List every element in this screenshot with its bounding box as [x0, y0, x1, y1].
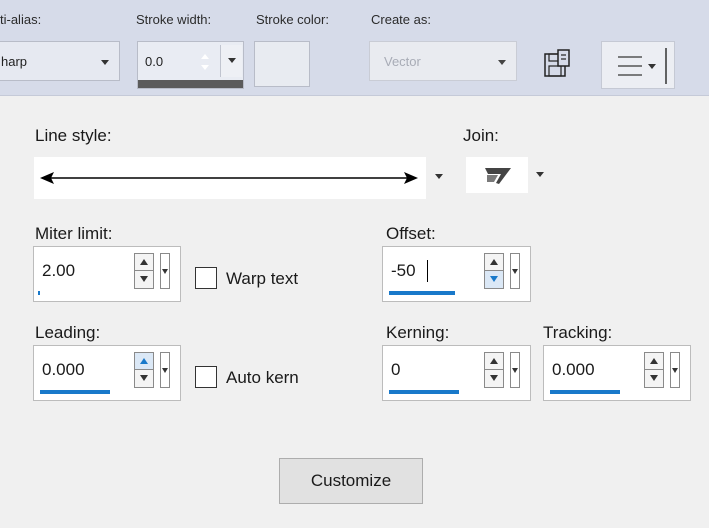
stroke-options-panel: Line style: Join: Miter limit: 2.00 Warp… — [0, 96, 709, 528]
leading-label: Leading: — [35, 323, 101, 342]
stroke-width-slider-bar[interactable] — [138, 80, 243, 88]
tracking-stepper[interactable]: 0.000 — [543, 345, 691, 401]
stroke-width-stepper[interactable]: 0.0 — [137, 41, 244, 89]
options-menu-button[interactable] — [601, 41, 675, 89]
leading-spin-arrows-icon[interactable] — [134, 352, 154, 388]
stroke-color-label: Stroke color: — [256, 12, 329, 27]
create-as-dropdown[interactable]: Vector — [369, 41, 517, 81]
stroke-width-spin-arrows-icon[interactable] — [198, 50, 212, 74]
kerning-value: 0 — [391, 360, 401, 379]
chevron-down-icon — [498, 60, 506, 65]
anti-alias-value: harp — [1, 54, 28, 69]
chevron-down-icon — [101, 60, 109, 65]
chevron-down-icon — [228, 58, 236, 63]
auto-kern-checkbox[interactable] — [195, 366, 217, 388]
join-style-selector[interactable] — [466, 157, 528, 193]
join-miter-icon — [485, 168, 511, 184]
tracking-spin-arrows-icon[interactable] — [644, 352, 664, 388]
customize-button[interactable]: Customize — [279, 458, 423, 504]
save-preset-button[interactable] — [536, 41, 580, 89]
kerning-stepper[interactable]: 0 — [382, 345, 531, 401]
miter-limit-label: Miter limit: — [35, 224, 113, 243]
double-arrow-line-icon — [40, 172, 418, 184]
create-as-label: Create as: — [371, 12, 431, 27]
stroke-width-dropdown[interactable] — [220, 45, 242, 77]
save-preset-icon — [544, 49, 570, 77]
create-as-value: Vector — [384, 54, 421, 69]
offset-value: -50 — [391, 261, 416, 280]
kerning-spin-arrows-icon[interactable] — [484, 352, 504, 388]
offset-dropdown[interactable] — [510, 253, 520, 289]
line-style-label: Line style: — [35, 126, 112, 145]
chevron-down-icon — [162, 269, 168, 274]
anti-alias-label: ti-alias: — [0, 12, 42, 27]
miter-limit-stepper[interactable]: 2.00 — [33, 246, 181, 302]
chevron-down-icon — [512, 368, 518, 373]
kerning-label: Kerning: — [386, 323, 450, 342]
miter-limit-slider-bar[interactable] — [38, 291, 40, 295]
stroke-color-swatch[interactable] — [254, 41, 310, 87]
tool-options-toolbar: ti-alias: harp Stroke width: 0.0 Stroke … — [0, 0, 709, 96]
warp-text-label: Warp text — [226, 269, 299, 288]
offset-spin-arrows-icon[interactable] — [484, 253, 504, 289]
miter-limit-dropdown[interactable] — [160, 253, 170, 289]
warp-text-checkbox[interactable] — [195, 267, 217, 289]
leading-slider-bar[interactable] — [40, 390, 110, 394]
stroke-width-value: 0.0 — [145, 54, 164, 69]
leading-stepper[interactable]: 0.000 — [33, 345, 181, 401]
join-dropdown-arrow-icon[interactable] — [536, 172, 544, 177]
kerning-slider-bar[interactable] — [389, 390, 459, 394]
chevron-down-icon — [162, 368, 168, 373]
miter-limit-value: 2.00 — [42, 261, 76, 280]
chevron-down-icon — [672, 368, 678, 373]
miter-limit-spin-arrows-icon[interactable] — [134, 253, 154, 289]
tracking-label: Tracking: — [543, 323, 613, 342]
text-cursor — [427, 260, 428, 282]
stroke-width-label: Stroke width: — [136, 12, 212, 27]
chevron-down-icon — [512, 269, 518, 274]
join-label: Join: — [463, 126, 499, 145]
auto-kern-label: Auto kern — [226, 368, 299, 387]
line-style-selector[interactable] — [34, 157, 426, 199]
offset-label: Offset: — [386, 224, 436, 243]
menu-icon — [618, 48, 667, 84]
tracking-dropdown[interactable] — [670, 352, 680, 388]
kerning-dropdown[interactable] — [510, 352, 520, 388]
anti-alias-dropdown[interactable]: harp — [0, 41, 120, 81]
leading-dropdown[interactable] — [160, 352, 170, 388]
tracking-slider-bar[interactable] — [550, 390, 620, 394]
tracking-value: 0.000 — [552, 360, 595, 379]
leading-value: 0.000 — [42, 360, 85, 379]
offset-stepper[interactable]: -50 — [382, 246, 531, 302]
line-style-dropdown-arrow-icon[interactable] — [435, 174, 443, 179]
offset-slider-bar[interactable] — [389, 291, 455, 295]
